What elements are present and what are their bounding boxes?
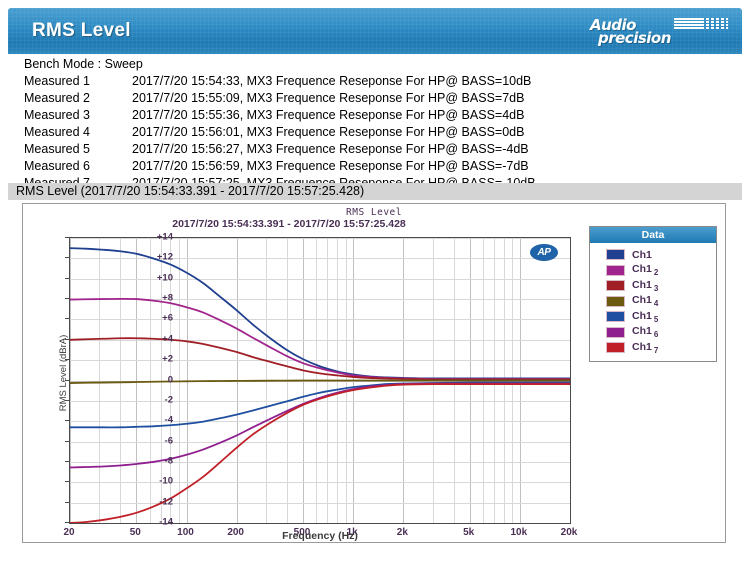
y-tick-label: +12 bbox=[156, 251, 173, 263]
legend-color-swatch bbox=[606, 326, 625, 338]
measurement-description: 2017/7/20 15:55:09, MX3 Frequence Resepo… bbox=[132, 90, 525, 105]
legend-item-label: Ch1 7 bbox=[632, 340, 659, 355]
bench-mode-row: Bench Mode : Sweep bbox=[24, 57, 143, 71]
measurement-description: 2017/7/20 15:55:36, MX3 Frequence Resepo… bbox=[132, 107, 525, 122]
section-bar: RMS Level (2017/7/20 15:54:33.391 - 2017… bbox=[8, 183, 742, 200]
y-tick-mark bbox=[65, 318, 69, 320]
measurement-label: Measured 3 bbox=[24, 107, 91, 122]
measurement-list: Bench Mode : Sweep Measured 1 2017/7/20 1… bbox=[8, 56, 742, 191]
y-tick-mark bbox=[65, 298, 69, 300]
legend-item-index: 5 bbox=[653, 314, 659, 324]
y-tick-label: -10 bbox=[159, 475, 173, 487]
measurement-description: 2017/7/20 15:54:33, MX3 Frequence Resepo… bbox=[132, 73, 532, 88]
legend-item-index: 6 bbox=[653, 330, 659, 340]
legend-color-swatch bbox=[606, 249, 625, 261]
brand-bars-mask bbox=[674, 18, 728, 31]
y-tick-mark bbox=[65, 501, 69, 503]
measurement-row: Measured 1 2017/7/20 15:54:33, MX3 Freque… bbox=[8, 72, 742, 89]
y-tick-label: +14 bbox=[156, 231, 173, 243]
legend-item-index: 4 bbox=[653, 299, 659, 309]
legend-item-label: Ch1 2 bbox=[632, 263, 659, 278]
chart-subtitle: 2017/7/20 15:54:33.391 - 2017/7/20 15:57… bbox=[172, 218, 406, 230]
y-tick-label: -6 bbox=[164, 435, 173, 447]
legend-item-label: Ch1 3 bbox=[632, 278, 659, 293]
legend-item[interactable]: Ch1 6 bbox=[606, 325, 716, 341]
y-tick-mark bbox=[65, 277, 69, 279]
x-axis-label: Frequency (Hz) bbox=[282, 530, 358, 542]
measurement-label: Measured 5 bbox=[24, 141, 91, 156]
brand-line-2: precision bbox=[598, 29, 671, 47]
measurement-row: Measured 2 2017/7/20 15:55:09, MX3 Freque… bbox=[8, 89, 742, 106]
legend-item[interactable]: Ch1 5 bbox=[606, 309, 716, 325]
app-header: RMS Level Audio precision bbox=[8, 8, 742, 54]
chart-title: RMS Level bbox=[346, 207, 402, 218]
y-tick-mark bbox=[65, 399, 69, 401]
y-tick-mark bbox=[65, 481, 69, 483]
y-tick-label: -2 bbox=[164, 394, 173, 406]
legend-color-swatch bbox=[606, 311, 625, 323]
y-tick-label: +10 bbox=[156, 272, 173, 284]
measurement-label: Measured 2 bbox=[24, 90, 91, 105]
measurement-row: Measured 3 2017/7/20 15:55:36, MX3 Freque… bbox=[8, 106, 742, 123]
legend-color-swatch bbox=[606, 295, 625, 307]
legend-color-swatch bbox=[606, 264, 625, 276]
audio-precision-logo: Audio precision bbox=[588, 16, 730, 47]
legend-header: Data bbox=[590, 227, 716, 243]
legend-item[interactable]: Ch1 4 bbox=[606, 294, 716, 310]
page-title: RMS Level bbox=[32, 20, 131, 41]
legend-item[interactable]: Ch1 bbox=[606, 247, 716, 263]
y-tick-mark bbox=[65, 379, 69, 381]
chart-panel: RMS Level 2017/7/20 15:54:33.391 - 2017/… bbox=[22, 203, 726, 543]
y-tick-label: -4 bbox=[164, 414, 173, 426]
measurement-description: 2017/7/20 15:56:59, MX3 Frequence Resepo… bbox=[132, 158, 529, 173]
y-tick-mark bbox=[65, 257, 69, 259]
ap-logo-icon: AP bbox=[530, 244, 558, 261]
y-tick-label: +4 bbox=[162, 333, 173, 345]
y-tick-mark bbox=[65, 237, 69, 238]
y-tick-mark bbox=[65, 460, 69, 462]
legend-color-swatch bbox=[606, 342, 625, 354]
measurement-description: 2017/7/20 15:56:01, MX3 Frequence Resepo… bbox=[132, 124, 525, 139]
y-tick-mark bbox=[65, 359, 69, 361]
y-tick-label: +6 bbox=[162, 312, 173, 324]
measurement-row: Measured 6 2017/7/20 15:56:59, MX3 Freque… bbox=[8, 157, 742, 174]
chart-legend: Data Ch1 Ch1 2 Ch1 3 Ch1 4 Ch1 5 Ch1 6 Ch1 7 bbox=[589, 226, 717, 362]
measurement-description: 2017/7/20 15:56:27, MX3 Frequence Resepo… bbox=[132, 141, 529, 156]
y-tick-label: -8 bbox=[164, 455, 173, 467]
measurement-row: Measured 5 2017/7/20 15:56:27, MX3 Freque… bbox=[8, 140, 742, 157]
legend-color-swatch bbox=[606, 280, 625, 292]
y-tick-label: 0 bbox=[167, 374, 173, 385]
legend-item-index: 2 bbox=[653, 268, 659, 278]
y-tick-label: +8 bbox=[162, 292, 173, 304]
y-tick-mark bbox=[65, 420, 69, 422]
legend-item-label: Ch1 4 bbox=[632, 294, 659, 309]
legend-items: Ch1 Ch1 2 Ch1 3 Ch1 4 Ch1 5 Ch1 6 Ch1 7 bbox=[590, 243, 716, 356]
legend-item-label: Ch1 5 bbox=[632, 309, 659, 324]
measurement-label: Measured 1 bbox=[24, 73, 91, 88]
legend-item-index: 3 bbox=[653, 283, 659, 293]
y-tick-label: -14 bbox=[159, 516, 173, 528]
y-tick-label: +2 bbox=[162, 353, 173, 365]
legend-item-label: Ch1 6 bbox=[632, 325, 659, 340]
y-tick-label: -12 bbox=[159, 496, 173, 508]
measurement-label: Measured 6 bbox=[24, 158, 91, 173]
legend-item[interactable]: Ch1 2 bbox=[606, 263, 716, 279]
legend-item[interactable]: Ch1 7 bbox=[606, 340, 716, 356]
y-tick-mark bbox=[65, 440, 69, 442]
measurement-row: Measured 4 2017/7/20 15:56:01, MX3 Freque… bbox=[8, 123, 742, 140]
measurement-label: Measured 4 bbox=[24, 124, 91, 139]
legend-item-index: 7 bbox=[653, 345, 659, 355]
legend-item-label: Ch1 bbox=[632, 248, 652, 261]
y-tick-mark bbox=[65, 338, 69, 340]
y-tick-mark bbox=[65, 522, 69, 523]
legend-item[interactable]: Ch1 3 bbox=[606, 278, 716, 294]
